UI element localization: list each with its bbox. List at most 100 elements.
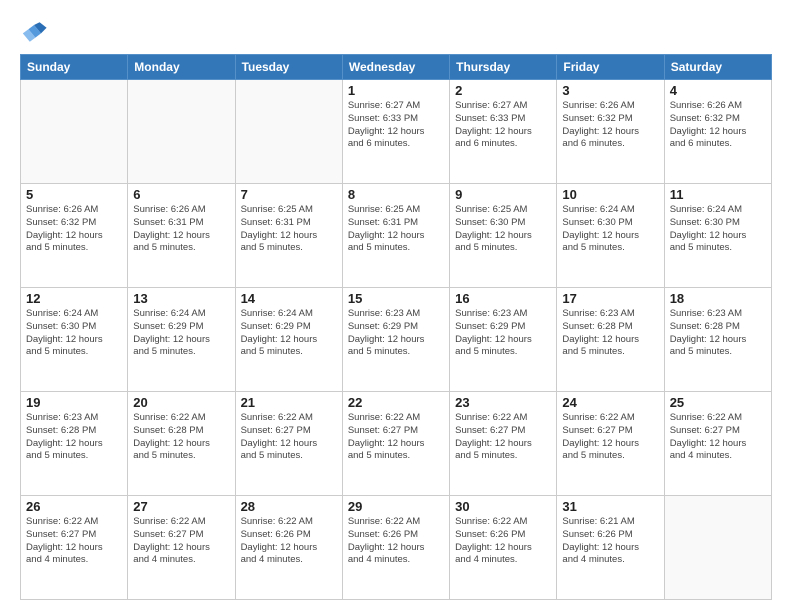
day-info: Sunrise: 6:22 AM Sunset: 6:28 PM Dayligh… — [133, 412, 229, 463]
day-number: 23 — [455, 395, 551, 410]
calendar-day-cell — [21, 80, 128, 184]
day-number: 24 — [562, 395, 658, 410]
day-info: Sunrise: 6:21 AM Sunset: 6:26 PM Dayligh… — [562, 516, 658, 567]
calendar-day-cell: 28Sunrise: 6:22 AM Sunset: 6:26 PM Dayli… — [235, 496, 342, 600]
calendar-day-cell: 3 Sunrise: 6:26 AM Sunset: 6:32 PM Daylig… — [557, 80, 664, 184]
day-number: 9 — [455, 187, 551, 202]
calendar-day-cell: 31Sunrise: 6:21 AM Sunset: 6:26 PM Dayli… — [557, 496, 664, 600]
calendar-day-cell: 24 Sunrise: 6:22 AM Sunset: 6:27 PM Dayli… — [557, 392, 664, 496]
calendar-week-row: 12 Sunrise: 6:24 AM Sunset: 6:30 PM Dayli… — [21, 288, 772, 392]
calendar-day-cell: 29Sunrise: 6:22 AM Sunset: 6:26 PM Dayli… — [342, 496, 449, 600]
calendar-col-header: Wednesday — [342, 55, 449, 80]
calendar-day-cell: 2Sunrise: 6:27 AM Sunset: 6:33 PM Daylig… — [450, 80, 557, 184]
day-number: 20 — [133, 395, 229, 410]
day-info: Sunrise: 6:23 AM Sunset: 6:28 PM Dayligh… — [562, 308, 658, 359]
calendar-day-cell: 11 Sunrise: 6:24 AM Sunset: 6:30 PM Dayli… — [664, 184, 771, 288]
day-info: Sunrise: 6:22 AM Sunset: 6:27 PM Dayligh… — [348, 412, 444, 463]
calendar-col-header: Tuesday — [235, 55, 342, 80]
day-number: 15 — [348, 291, 444, 306]
day-number: 16 — [455, 291, 551, 306]
day-info: Sunrise: 6:23 AM Sunset: 6:29 PM Dayligh… — [455, 308, 551, 359]
day-info: Sunrise: 6:25 AM Sunset: 6:31 PM Dayligh… — [241, 204, 337, 255]
day-info: Sunrise: 6:22 AM Sunset: 6:27 PM Dayligh… — [562, 412, 658, 463]
calendar-col-header: Thursday — [450, 55, 557, 80]
day-info: Sunrise: 6:22 AM Sunset: 6:26 PM Dayligh… — [348, 516, 444, 567]
calendar-day-cell: 19 Sunrise: 6:23 AM Sunset: 6:28 PM Dayli… — [21, 392, 128, 496]
day-info: Sunrise: 6:24 AM Sunset: 6:29 PM Dayligh… — [133, 308, 229, 359]
calendar-day-cell: 21 Sunrise: 6:22 AM Sunset: 6:27 PM Dayli… — [235, 392, 342, 496]
day-info: Sunrise: 6:23 AM Sunset: 6:29 PM Dayligh… — [348, 308, 444, 359]
calendar-day-cell: 12 Sunrise: 6:24 AM Sunset: 6:30 PM Dayli… — [21, 288, 128, 392]
logo-icon — [20, 18, 48, 46]
day-number: 22 — [348, 395, 444, 410]
day-number: 5 — [26, 187, 122, 202]
day-info: Sunrise: 6:22 AM Sunset: 6:27 PM Dayligh… — [133, 516, 229, 567]
calendar-col-header: Friday — [557, 55, 664, 80]
day-info: Sunrise: 6:24 AM Sunset: 6:30 PM Dayligh… — [670, 204, 766, 255]
calendar-day-cell — [128, 80, 235, 184]
day-number: 25 — [670, 395, 766, 410]
day-number: 18 — [670, 291, 766, 306]
day-info: Sunrise: 6:26 AM Sunset: 6:32 PM Dayligh… — [670, 100, 766, 151]
page: SundayMondayTuesdayWednesdayThursdayFrid… — [0, 0, 792, 612]
calendar-day-cell: 5 Sunrise: 6:26 AM Sunset: 6:32 PM Daylig… — [21, 184, 128, 288]
day-info: Sunrise: 6:22 AM Sunset: 6:27 PM Dayligh… — [241, 412, 337, 463]
day-number: 4 — [670, 83, 766, 98]
calendar-day-cell — [235, 80, 342, 184]
calendar-day-cell: 13Sunrise: 6:24 AM Sunset: 6:29 PM Dayli… — [128, 288, 235, 392]
calendar-day-cell: 20 Sunrise: 6:22 AM Sunset: 6:28 PM Dayli… — [128, 392, 235, 496]
day-info: Sunrise: 6:25 AM Sunset: 6:30 PM Dayligh… — [455, 204, 551, 255]
calendar-day-cell: 23 Sunrise: 6:22 AM Sunset: 6:27 PM Dayli… — [450, 392, 557, 496]
day-number: 7 — [241, 187, 337, 202]
day-number: 26 — [26, 499, 122, 514]
calendar-day-cell: 14 Sunrise: 6:24 AM Sunset: 6:29 PM Dayli… — [235, 288, 342, 392]
day-info: Sunrise: 6:24 AM Sunset: 6:29 PM Dayligh… — [241, 308, 337, 359]
calendar-day-cell: 27 Sunrise: 6:22 AM Sunset: 6:27 PM Dayli… — [128, 496, 235, 600]
logo — [20, 18, 52, 46]
calendar-day-cell: 22 Sunrise: 6:22 AM Sunset: 6:27 PM Dayli… — [342, 392, 449, 496]
day-number: 3 — [562, 83, 658, 98]
day-info: Sunrise: 6:22 AM Sunset: 6:27 PM Dayligh… — [670, 412, 766, 463]
calendar-day-cell: 7 Sunrise: 6:25 AM Sunset: 6:31 PM Daylig… — [235, 184, 342, 288]
calendar-week-row: 5 Sunrise: 6:26 AM Sunset: 6:32 PM Daylig… — [21, 184, 772, 288]
header — [20, 18, 772, 46]
day-number: 11 — [670, 187, 766, 202]
calendar-day-cell: 8 Sunrise: 6:25 AM Sunset: 6:31 PM Daylig… — [342, 184, 449, 288]
calendar-day-cell: 16 Sunrise: 6:23 AM Sunset: 6:29 PM Dayli… — [450, 288, 557, 392]
day-number: 12 — [26, 291, 122, 306]
day-info: Sunrise: 6:26 AM Sunset: 6:31 PM Dayligh… — [133, 204, 229, 255]
calendar-day-cell: 1Sunrise: 6:27 AM Sunset: 6:33 PM Daylig… — [342, 80, 449, 184]
calendar-day-cell: 18 Sunrise: 6:23 AM Sunset: 6:28 PM Dayli… — [664, 288, 771, 392]
day-info: Sunrise: 6:23 AM Sunset: 6:28 PM Dayligh… — [26, 412, 122, 463]
calendar-header-row: SundayMondayTuesdayWednesdayThursdayFrid… — [21, 55, 772, 80]
day-number: 6 — [133, 187, 229, 202]
calendar-week-row: 1Sunrise: 6:27 AM Sunset: 6:33 PM Daylig… — [21, 80, 772, 184]
calendar-day-cell: 9 Sunrise: 6:25 AM Sunset: 6:30 PM Daylig… — [450, 184, 557, 288]
day-info: Sunrise: 6:24 AM Sunset: 6:30 PM Dayligh… — [26, 308, 122, 359]
calendar-col-header: Saturday — [664, 55, 771, 80]
day-number: 21 — [241, 395, 337, 410]
day-info: Sunrise: 6:27 AM Sunset: 6:33 PM Dayligh… — [348, 100, 444, 151]
day-info: Sunrise: 6:22 AM Sunset: 6:27 PM Dayligh… — [455, 412, 551, 463]
calendar-day-cell: 30 Sunrise: 6:22 AM Sunset: 6:26 PM Dayli… — [450, 496, 557, 600]
day-number: 10 — [562, 187, 658, 202]
day-info: Sunrise: 6:26 AM Sunset: 6:32 PM Dayligh… — [562, 100, 658, 151]
calendar-day-cell: 6 Sunrise: 6:26 AM Sunset: 6:31 PM Daylig… — [128, 184, 235, 288]
day-number: 14 — [241, 291, 337, 306]
calendar-day-cell: 17Sunrise: 6:23 AM Sunset: 6:28 PM Dayli… — [557, 288, 664, 392]
day-info: Sunrise: 6:23 AM Sunset: 6:28 PM Dayligh… — [670, 308, 766, 359]
day-number: 19 — [26, 395, 122, 410]
day-number: 8 — [348, 187, 444, 202]
day-number: 27 — [133, 499, 229, 514]
day-info: Sunrise: 6:22 AM Sunset: 6:26 PM Dayligh… — [455, 516, 551, 567]
day-info: Sunrise: 6:22 AM Sunset: 6:26 PM Dayligh… — [241, 516, 337, 567]
calendar-table: SundayMondayTuesdayWednesdayThursdayFrid… — [20, 54, 772, 600]
calendar-week-row: 19 Sunrise: 6:23 AM Sunset: 6:28 PM Dayli… — [21, 392, 772, 496]
calendar-day-cell: 10Sunrise: 6:24 AM Sunset: 6:30 PM Dayli… — [557, 184, 664, 288]
calendar-week-row: 26 Sunrise: 6:22 AM Sunset: 6:27 PM Dayli… — [21, 496, 772, 600]
day-info: Sunrise: 6:25 AM Sunset: 6:31 PM Dayligh… — [348, 204, 444, 255]
calendar-day-cell — [664, 496, 771, 600]
day-info: Sunrise: 6:22 AM Sunset: 6:27 PM Dayligh… — [26, 516, 122, 567]
day-number: 30 — [455, 499, 551, 514]
day-info: Sunrise: 6:26 AM Sunset: 6:32 PM Dayligh… — [26, 204, 122, 255]
